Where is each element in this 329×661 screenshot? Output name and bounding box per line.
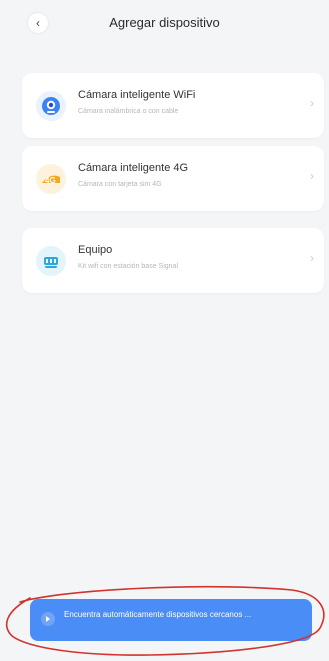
device-title: Cámara inteligente WiFi [78,89,196,101]
device-title: Equipo [78,244,113,256]
auto-find-button[interactable]: Encuentra automáticamente dispositivos c… [30,599,312,641]
search-device-icon [41,612,55,626]
auto-find-label: Encuentra automáticamente dispositivos c… [64,610,252,619]
device-subtitle: Cámara inalámbrica o con cable [78,108,179,115]
4g-camera-icon: 4G [36,164,66,194]
device-card-equipment[interactable]: Equipo Kit wifi con estación base Signal… [22,228,324,293]
device-subtitle: Kit wifi con estación base Signal [78,263,178,270]
device-card-wifi-camera[interactable]: Cámara inteligente WiFi Cámara inalámbri… [22,73,324,138]
device-subtitle: Cámara con tarjeta sim 4G [78,181,162,188]
wifi-camera-icon [36,91,66,121]
page-title: Agregar dispositivo [109,15,220,30]
device-title: Cámara inteligente 4G [78,162,189,174]
chevron-right-icon: › [310,169,314,183]
header: ‹ Agregar dispositivo [0,0,329,48]
chevron-right-icon: › [310,251,314,265]
base-station-icon [36,246,66,276]
device-card-4g-camera[interactable]: 4G Cámara inteligente 4G Cámara con tarj… [22,146,324,211]
svg-text:4G: 4G [45,176,56,185]
chevron-right-icon: › [310,96,314,110]
